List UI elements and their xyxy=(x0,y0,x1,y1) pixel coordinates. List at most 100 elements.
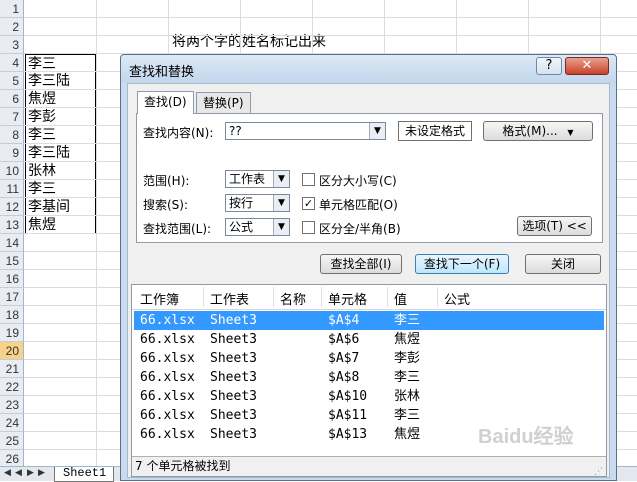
row-header[interactable]: 7 xyxy=(0,108,24,126)
result-sheet: Sheet3 xyxy=(210,408,257,423)
result-value: 焦煜 xyxy=(394,427,421,442)
result-book: 66.xlsx xyxy=(140,351,195,366)
results-column-header[interactable]: 公式 xyxy=(444,289,470,308)
next-sheet-icon[interactable]: ▶ xyxy=(27,468,34,478)
row-header[interactable]: 26 xyxy=(0,450,24,466)
within-select[interactable]: 工作表 ▼ xyxy=(225,170,290,188)
chevron-down-icon[interactable]: ▼ xyxy=(273,195,289,211)
result-book: 66.xlsx xyxy=(140,427,195,442)
results-column-header[interactable]: 值 xyxy=(394,289,407,308)
result-row[interactable]: 66.xlsx Sheet3 $A$10 张林 xyxy=(134,387,604,406)
row-header[interactable]: 14 xyxy=(0,234,24,252)
find-replace-dialog: 查找和替换 ? ✕ 查找(D) 替换(P) 查找内容(N): ?? ▼ 未设定格… xyxy=(120,54,617,481)
row-header[interactable]: 24 xyxy=(0,414,24,432)
chevron-down-icon[interactable]: ▼ xyxy=(369,123,385,139)
result-row[interactable]: 66.xlsx Sheet3 $A$7 李彭 xyxy=(134,349,604,368)
lookin-label: 查找范围(L): xyxy=(143,222,212,236)
find-all-button[interactable]: 查找全部(I) xyxy=(320,254,402,274)
row-header[interactable]: 20 xyxy=(0,342,24,360)
result-row[interactable]: 66.xlsx Sheet3 $A$6 焦煜 xyxy=(134,330,604,349)
column-separator xyxy=(387,287,388,307)
row-header[interactable]: 15 xyxy=(0,252,24,270)
row-header[interactable]: 11 xyxy=(0,180,24,198)
result-cell: $A$11 xyxy=(328,408,368,423)
result-cell: $A$13 xyxy=(328,427,368,442)
row-header[interactable]: 3 xyxy=(0,36,24,54)
row-header[interactable]: 23 xyxy=(0,396,24,414)
results-column-header[interactable]: 工作簿 xyxy=(140,289,179,308)
option-label[interactable]: 区分大小写(C) xyxy=(319,172,397,189)
name-cell[interactable]: 李基间 xyxy=(25,198,96,216)
close-button[interactable]: 关闭 xyxy=(525,254,601,274)
results-count: 7 个单元格被找到 xyxy=(135,459,231,473)
row-header[interactable]: 17 xyxy=(0,288,24,306)
help-button[interactable]: ? xyxy=(536,57,562,75)
results-column-header[interactable]: 单元格 xyxy=(328,289,367,308)
row-header[interactable]: 13 xyxy=(0,216,24,234)
result-book: 66.xlsx xyxy=(140,313,195,328)
row-header[interactable]: 6 xyxy=(0,90,24,108)
option-checkbox[interactable] xyxy=(302,173,315,186)
resize-grip-icon[interactable]: ⋰ xyxy=(594,463,604,477)
chevron-down-icon[interactable]: ▼ xyxy=(273,219,289,235)
row-header[interactable]: 5 xyxy=(0,72,24,90)
result-book: 66.xlsx xyxy=(140,408,195,423)
row-header[interactable]: 21 xyxy=(0,360,24,378)
results-column-header[interactable]: 工作表 xyxy=(210,289,249,308)
gridline xyxy=(96,0,97,466)
baidu-watermark-logo: Baidu经验 xyxy=(478,426,574,448)
row-header[interactable]: 9 xyxy=(0,144,24,162)
row-header[interactable]: 2 xyxy=(0,18,24,36)
name-cell[interactable]: 李彭 xyxy=(25,108,96,126)
option-label[interactable]: 区分全/半角(B) xyxy=(319,220,401,237)
result-value: 张林 xyxy=(394,389,421,404)
format-button[interactable]: 格式(M)... ▼ xyxy=(483,121,593,141)
option-label[interactable]: 单元格匹配(O) xyxy=(319,196,398,213)
tab-find[interactable]: 查找(D) xyxy=(137,91,194,114)
sheet-title-cell[interactable]: 将两个字的姓名标记出来 xyxy=(172,31,326,51)
sheet-tab[interactable]: Sheet1 xyxy=(54,467,114,482)
name-cell[interactable]: 李三 xyxy=(25,180,96,198)
option-checkbox[interactable]: ✓ xyxy=(302,197,315,210)
name-cell[interactable]: 李三陆 xyxy=(25,144,96,162)
results-column-header[interactable]: 名称 xyxy=(280,289,306,308)
name-cell[interactable]: 李三 xyxy=(25,54,96,72)
name-cell[interactable]: 李三陆 xyxy=(25,72,96,90)
search-select[interactable]: 按行 ▼ xyxy=(225,194,290,212)
tab-replace[interactable]: 替换(P) xyxy=(196,92,251,114)
row-header[interactable]: 25 xyxy=(0,432,24,450)
lookin-select[interactable]: 公式 ▼ xyxy=(225,218,290,236)
option-checkbox[interactable] xyxy=(302,221,315,234)
row-header[interactable]: 18 xyxy=(0,306,24,324)
row-header[interactable]: 4 xyxy=(0,54,24,72)
dropdown-arrow-icon: ▼ xyxy=(567,128,574,137)
result-sheet: Sheet3 xyxy=(210,389,257,404)
first-sheet-icon[interactable]: ◀ xyxy=(4,468,11,478)
name-cell[interactable]: 李三 xyxy=(25,126,96,144)
row-header[interactable]: 10 xyxy=(0,162,24,180)
find-next-button[interactable]: 查找下一个(F) xyxy=(415,254,509,274)
column-separator xyxy=(203,287,204,307)
result-cell: $A$6 xyxy=(328,332,360,347)
result-row[interactable]: 66.xlsx Sheet3 $A$4 李三 xyxy=(134,311,604,330)
row-header[interactable]: 8 xyxy=(0,126,24,144)
prev-sheet-icon[interactable]: ◀ xyxy=(15,468,22,478)
row-header[interactable]: 16 xyxy=(0,270,24,288)
result-row[interactable]: 66.xlsx Sheet3 $A$8 李三 xyxy=(134,368,604,387)
row-header[interactable]: 1 xyxy=(0,0,24,18)
chevron-down-icon[interactable]: ▼ xyxy=(273,171,289,187)
column-separator xyxy=(273,287,274,307)
name-cell[interactable]: 焦煜 xyxy=(25,216,96,234)
row-header[interactable]: 19 xyxy=(0,324,24,342)
row-header[interactable]: 12 xyxy=(0,198,24,216)
dialog-title: 查找和替换 xyxy=(129,65,195,80)
find-what-input[interactable]: ?? ▼ xyxy=(225,122,386,140)
options-button[interactable]: 选项(T) << xyxy=(517,216,592,236)
close-icon[interactable]: ✕ xyxy=(565,57,609,75)
name-cell[interactable]: 张林 xyxy=(25,162,96,180)
result-value: 李三 xyxy=(394,370,421,385)
row-header[interactable]: 22 xyxy=(0,378,24,396)
name-cell[interactable]: 焦煜 xyxy=(25,90,96,108)
last-sheet-icon[interactable]: ▶ xyxy=(38,468,45,478)
dialog-titlebar[interactable]: 查找和替换 ? ✕ xyxy=(121,55,616,83)
